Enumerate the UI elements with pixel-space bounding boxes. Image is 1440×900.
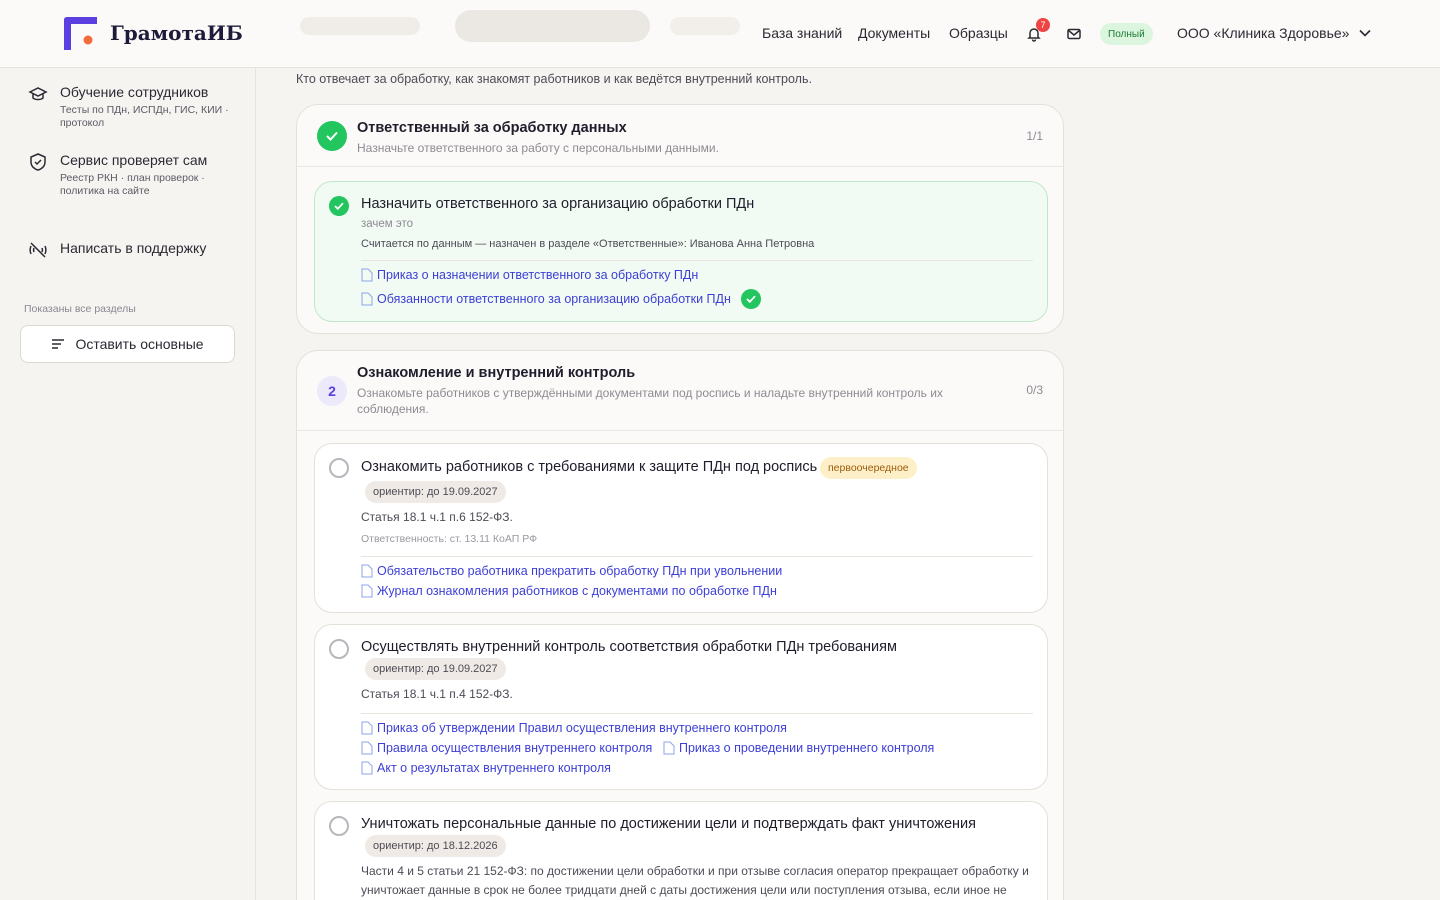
shield-check-icon	[28, 152, 48, 172]
document-icon	[361, 761, 373, 775]
header-placeholder-1	[300, 17, 420, 35]
check-icon	[317, 121, 347, 151]
plan-badge: Полный	[1100, 23, 1153, 45]
nav-documents[interactable]: Документы	[858, 25, 930, 41]
logo-text[interactable]: ГрамотаИБ	[110, 21, 243, 45]
chevron-down-icon	[1359, 29, 1372, 37]
nav-samples[interactable]: Образцы	[949, 25, 1008, 41]
header-placeholder-2	[455, 10, 650, 42]
deadline-badge: ориентир: до 18.12.2026	[365, 835, 506, 857]
why-link[interactable]: зачем это	[361, 218, 413, 230]
task-card: Уничтожать персональные данные по достиж…	[314, 801, 1048, 900]
task-card: Ознакомить работников с требованиями к з…	[314, 443, 1048, 613]
document-link[interactable]: Приказ о назначении ответственного за об…	[361, 268, 698, 282]
org-selector[interactable]: ООО «Клиника Здоровье»	[1177, 25, 1372, 41]
deadline-badge: ориентир: до 19.09.2027	[365, 658, 506, 680]
task-description: Части 4 и 5 статьи 21 152-ФЗ: по достиже…	[361, 864, 1029, 897]
document-link-label: Приказ о проведении внутреннего контроля	[679, 741, 935, 755]
section-subtitle: Ознакомьте работников с утверждёнными до…	[357, 386, 943, 416]
section-header[interactable]: Ответственный за обработку данных Назнач…	[297, 105, 1063, 167]
sidebar-item-sub: Тесты по ПДн, ИСПДн, ГИС, КИИ · протокол	[60, 104, 229, 129]
document-icon	[361, 741, 373, 755]
sidebar-item-service-check[interactable]: Сервис проверяет сам Реестр РКН · план п…	[28, 152, 238, 197]
sidebar-item-sub: Реестр РКН · план проверок · политика на…	[60, 172, 205, 197]
document-icon	[361, 564, 373, 578]
document-link[interactable]: Приказ об утверждении Правил осуществлен…	[361, 721, 787, 735]
section-card-responsible: Ответственный за обработку данных Назнач…	[296, 104, 1064, 334]
sidebar-note: Показаны все разделы	[24, 303, 136, 315]
document-icon	[361, 584, 373, 598]
sidebar-item-label: Написать в поддержку	[60, 240, 207, 256]
divider	[361, 713, 1033, 714]
sidebar-item-training[interactable]: Обучение сотрудников Тесты по ПДн, ИСПДн…	[28, 84, 238, 129]
document-link-label: Приказ о назначении ответственного за об…	[377, 268, 699, 282]
document-link[interactable]: Обязанности ответственного за организаци…	[361, 289, 761, 309]
top-header: ГрамотаИБ База знаний Документы Образцы …	[0, 0, 1440, 68]
document-link[interactable]: Обязательство работника прекратить обраб…	[361, 564, 782, 578]
section-progress: 1/1	[1026, 129, 1043, 143]
section-title: Ответственный за обработку данных	[357, 120, 627, 136]
task-checkbox[interactable]	[329, 639, 349, 659]
task-checkbox[interactable]	[329, 816, 349, 836]
step-number: 2	[317, 376, 347, 406]
sidebar-item-support[interactable]: Написать в поддержку	[28, 240, 238, 262]
header-placeholder-3	[670, 17, 740, 35]
graduation-icon	[28, 84, 48, 104]
document-icon	[361, 721, 373, 735]
notification-count-badge: 7	[1036, 18, 1050, 32]
task-title: Назначить ответственного за организацию …	[361, 196, 755, 212]
task-done-checkbox[interactable]	[329, 196, 349, 216]
document-link-label: Акт о результатах внутреннего контроля	[377, 761, 611, 775]
document-link-label: Правила осуществления внутреннего контро…	[377, 741, 653, 755]
divider	[361, 556, 1033, 557]
list-icon	[52, 339, 65, 349]
logo-icon[interactable]	[63, 16, 99, 52]
task-title: Ознакомить работников с требованиями к з…	[361, 459, 818, 475]
document-icon	[663, 741, 675, 755]
section-progress: 0/3	[1026, 383, 1043, 397]
priority-badge: первоочередное	[820, 457, 917, 479]
sidebar: Обучение сотрудников Тесты по ПДн, ИСПДн…	[0, 68, 256, 900]
section-title: Ознакомление и внутренний контроль	[357, 365, 636, 381]
sidebar-item-label: Обучение сотрудников	[60, 84, 209, 100]
task-checkbox[interactable]	[329, 458, 349, 478]
section-header[interactable]: 2 Ознакомление и внутренний контроль Озн…	[297, 351, 1063, 431]
document-link-label: Обязательство работника прекратить обраб…	[377, 564, 783, 578]
task-card: Осуществлять внутренний контроль соответ…	[314, 624, 1048, 790]
check-circle-icon	[740, 289, 761, 309]
task-description: Считается по данным — назначен в разделе…	[361, 238, 815, 250]
document-link[interactable]: Акт о результатах внутреннего контроля	[361, 761, 611, 775]
org-name: ООО «Клиника Здоровье»	[1177, 25, 1350, 41]
deadline-badge: ориентир: до 19.09.2027	[365, 481, 506, 503]
nav-knowledge-base[interactable]: База знаний	[762, 25, 842, 41]
task-description: Статья 18.1 ч.1 п.4 152-ФЗ.	[361, 687, 513, 701]
task-description: Статья 18.1 ч.1 п.6 152-ФЗ.	[361, 510, 513, 524]
intro-text: Кто отвечает за обработку, как знакомят …	[296, 72, 812, 86]
sidebar-item-label: Сервис проверяет сам	[60, 152, 208, 168]
task-liability: Ответственность: ст. 13.11 КоАП РФ	[361, 533, 538, 545]
mail-icon[interactable]	[1062, 22, 1086, 46]
document-link[interactable]: Журнал ознакомления работников с докумен…	[361, 584, 777, 598]
signal-off-icon	[28, 240, 48, 260]
keep-main-label: Оставить основные	[75, 336, 204, 352]
document-link-label: Обязанности ответственного за организаци…	[377, 292, 731, 306]
document-link[interactable]: Приказ о проведении внутреннего контроля	[663, 741, 934, 755]
task-title: Осуществлять внутренний контроль соответ…	[361, 639, 897, 655]
document-icon	[361, 268, 373, 282]
section-card-control: 2 Ознакомление и внутренний контроль Озн…	[296, 350, 1064, 900]
divider	[361, 260, 1033, 261]
document-link[interactable]: Правила осуществления внутреннего контро…	[361, 741, 652, 755]
document-link-label: Журнал ознакомления работников с докумен…	[377, 584, 777, 598]
document-icon	[361, 292, 373, 306]
keep-main-button[interactable]: Оставить основные	[20, 325, 235, 363]
document-link-label: Приказ об утверждении Правил осуществлен…	[377, 721, 787, 735]
task-card: Назначить ответственного за организацию …	[314, 181, 1048, 322]
task-title: Уничтожать персональные данные по достиж…	[361, 816, 976, 832]
section-subtitle: Назначьте ответственного за работу с пер…	[357, 141, 719, 155]
